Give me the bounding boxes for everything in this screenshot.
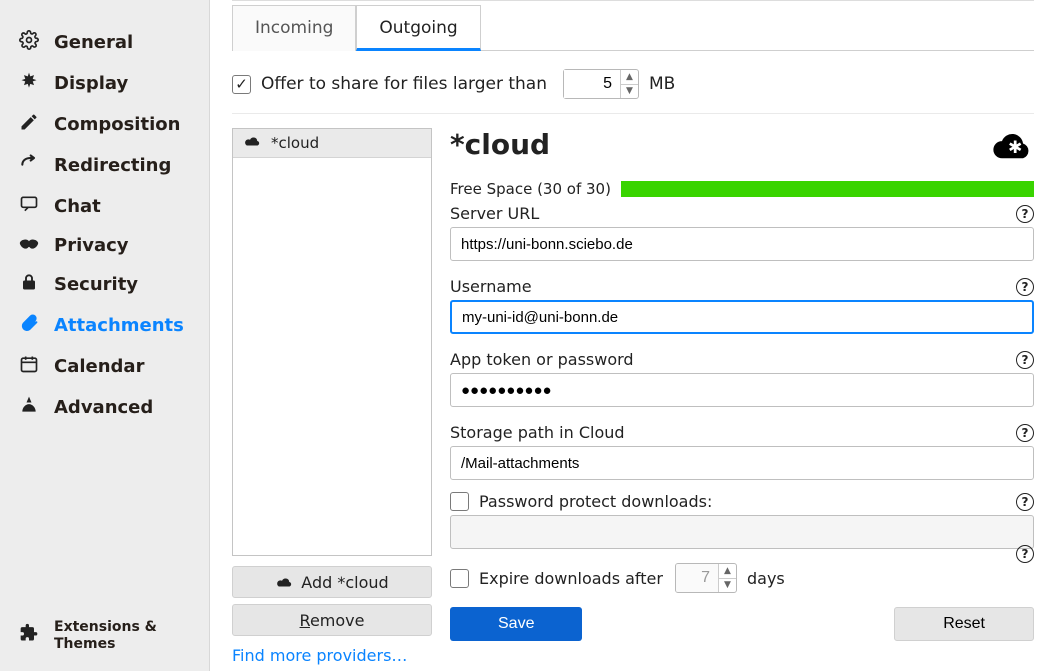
- offer-checkbox[interactable]: [232, 75, 251, 94]
- spin-up-icon[interactable]: ▲: [719, 564, 736, 579]
- expire-label-after: days: [747, 569, 785, 588]
- help-icon[interactable]: ?: [1016, 278, 1034, 296]
- find-more-providers-link[interactable]: Find more providers…: [232, 646, 432, 665]
- main-panel: Incoming Outgoing Offer to share for fil…: [210, 0, 1056, 671]
- pw-protect-input: [450, 515, 1034, 549]
- spin-down-icon[interactable]: ▼: [719, 579, 736, 593]
- sidebar-item-composition[interactable]: Composition: [0, 104, 209, 145]
- pw-protect-label: Password protect downloads:: [479, 492, 712, 511]
- offer-unit: MB: [649, 74, 675, 94]
- puzzle-icon: [18, 623, 40, 649]
- sidebar-item-attachments[interactable]: Attachments: [0, 305, 209, 346]
- sidebar-item-label: Advanced: [54, 397, 153, 418]
- sidebar-item-label: Privacy: [54, 235, 129, 256]
- add-provider-button[interactable]: Add *cloud: [232, 566, 432, 598]
- sidebar-item-label: Security: [54, 274, 138, 295]
- pencil-icon: [18, 112, 40, 137]
- paperclip-icon: [18, 313, 40, 338]
- freespace-label: Free Space (30 of 30): [450, 180, 611, 198]
- server-url-input[interactable]: [450, 227, 1034, 261]
- sidebar: General Display Composition Redirecting …: [0, 0, 210, 671]
- chat-icon: [18, 194, 40, 219]
- username-input[interactable]: [450, 300, 1034, 334]
- storage-label: Storage path in Cloud: [450, 423, 625, 442]
- sidebar-item-advanced[interactable]: Advanced: [0, 387, 209, 428]
- expire-label-before: Expire downloads after: [479, 569, 663, 588]
- sidebar-item-label: Composition: [54, 114, 180, 135]
- gear-icon: [18, 30, 40, 55]
- provider-item-label: *cloud: [271, 134, 319, 152]
- sidebar-ext-label1: Extensions &: [54, 619, 157, 636]
- help-icon[interactable]: ?: [1016, 493, 1034, 511]
- sidebar-item-security[interactable]: Security: [0, 264, 209, 305]
- help-icon[interactable]: ?: [1016, 205, 1034, 223]
- offer-size-spinbox[interactable]: ▲ ▼: [563, 69, 639, 99]
- expire-spinbox[interactable]: ▲ ▼: [675, 563, 737, 593]
- offer-size-input[interactable]: [564, 70, 620, 98]
- help-icon[interactable]: ?: [1016, 545, 1034, 563]
- tab-outgoing[interactable]: Outgoing: [356, 5, 480, 51]
- sidebar-item-privacy[interactable]: Privacy: [0, 227, 209, 264]
- reset-button[interactable]: Reset: [894, 607, 1034, 641]
- help-icon[interactable]: ?: [1016, 424, 1034, 442]
- sidebar-item-label: Attachments: [54, 315, 184, 336]
- offer-label: Offer to share for files larger than: [261, 74, 547, 94]
- expire-days-input[interactable]: [676, 564, 718, 592]
- freespace-bar: [621, 181, 1034, 197]
- provider-column: *cloud Add *cloud Remove Find more provi…: [232, 128, 432, 665]
- pw-protect-checkbox[interactable]: [450, 492, 469, 511]
- offer-share-row: Offer to share for files larger than ▲ ▼…: [232, 51, 1034, 114]
- sidebar-item-label: Redirecting: [54, 155, 171, 176]
- sidebar-item-general[interactable]: General: [0, 22, 209, 63]
- detail-column: *cloud ✱ Free Space (30 of 30) Server UR…: [450, 128, 1034, 665]
- sidebar-item-calendar[interactable]: Calendar: [0, 346, 209, 387]
- server-url-label: Server URL: [450, 204, 539, 223]
- display-icon: [18, 71, 40, 96]
- sidebar-item-display[interactable]: Display: [0, 63, 209, 104]
- spin-down-icon[interactable]: ▼: [621, 85, 638, 99]
- spin-up-icon[interactable]: ▲: [621, 70, 638, 85]
- cloud-icon: [243, 135, 261, 151]
- sidebar-item-label: Calendar: [54, 356, 144, 377]
- save-button[interactable]: Save: [450, 607, 582, 641]
- password-label: App token or password: [450, 350, 634, 369]
- remove-provider-button[interactable]: Remove: [232, 604, 432, 636]
- provider-item-cloud[interactable]: *cloud: [233, 129, 431, 158]
- tab-incoming[interactable]: Incoming: [232, 5, 356, 51]
- sidebar-item-label: General: [54, 32, 133, 53]
- username-label: Username: [450, 277, 532, 296]
- cloud-plus-icon: [275, 573, 293, 592]
- sidebar-item-chat[interactable]: Chat: [0, 186, 209, 227]
- cloud-logo-icon: ✱: [984, 128, 1034, 166]
- sidebar-item-label: Chat: [54, 196, 101, 217]
- add-provider-label: Add *cloud: [301, 573, 388, 592]
- tabs: Incoming Outgoing: [232, 5, 1034, 51]
- sidebar-item-redirecting[interactable]: Redirecting: [0, 145, 209, 186]
- storage-input[interactable]: [450, 446, 1034, 480]
- sidebar-item-label: Display: [54, 73, 128, 94]
- svg-text:✱: ✱: [1008, 138, 1022, 158]
- sidebar-ext-label2: Themes: [54, 636, 157, 653]
- detail-title: *cloud: [450, 128, 550, 161]
- lock-icon: [18, 272, 40, 297]
- help-icon[interactable]: ?: [1016, 351, 1034, 369]
- password-input[interactable]: [450, 373, 1034, 407]
- expire-checkbox[interactable]: [450, 569, 469, 588]
- mask-icon: [18, 235, 40, 256]
- redirect-icon: [18, 153, 40, 178]
- sidebar-item-extensions[interactable]: Extensions & Themes: [0, 611, 209, 661]
- provider-list: *cloud: [232, 128, 432, 556]
- wizard-icon: [18, 395, 40, 420]
- calendar-icon: [18, 354, 40, 379]
